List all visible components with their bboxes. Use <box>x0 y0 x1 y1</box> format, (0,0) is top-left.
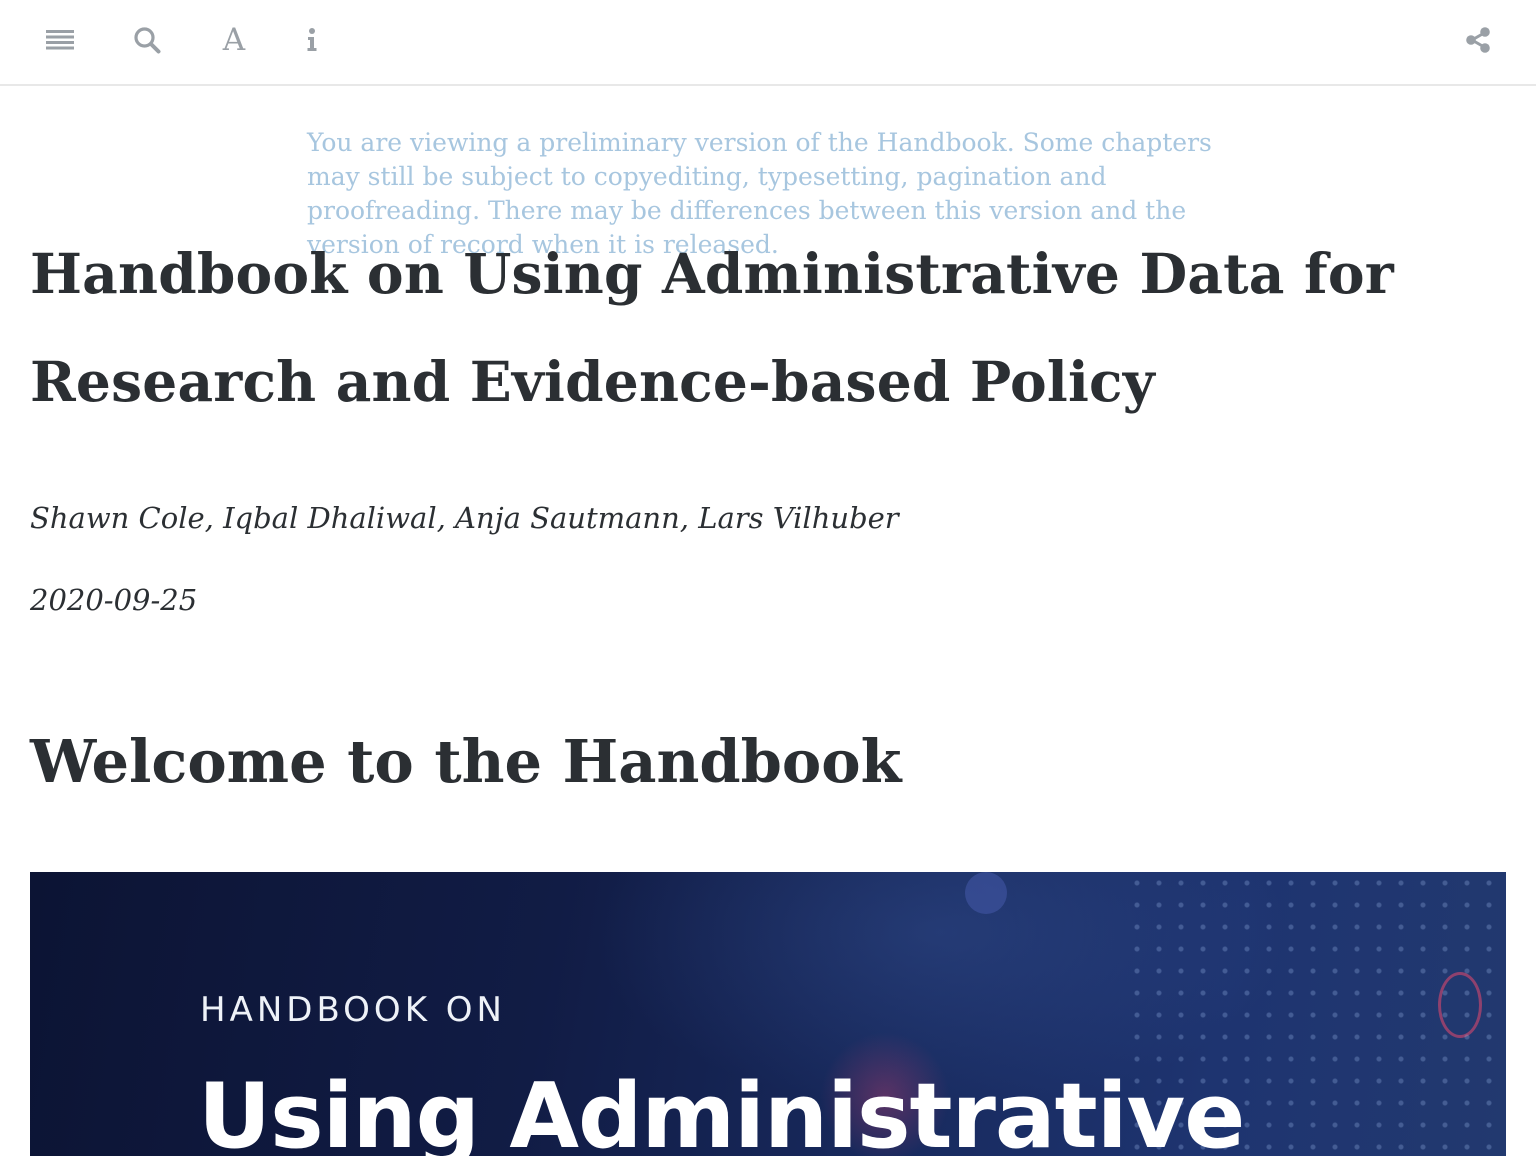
handbook-cover-image: HANDBOOK ON Using Administrative <box>30 872 1506 1156</box>
search-icon <box>133 26 161 54</box>
search-button[interactable] <box>125 18 169 62</box>
share-icon <box>1464 26 1492 54</box>
info-icon <box>305 27 319 53</box>
cover-kicker-text: HANDBOOK ON <box>200 990 506 1030</box>
toggle-sidebar-button[interactable] <box>38 18 82 62</box>
toolbar: A <box>0 0 1536 86</box>
font-settings-button[interactable]: A <box>212 18 256 62</box>
book-authors: Shawn Cole, Iqbal Dhaliwal, Anja Sautman… <box>30 501 899 535</box>
menu-lines-icon <box>45 28 75 52</box>
font-settings-icon: A <box>222 21 246 58</box>
book-title: Handbook on Using Administrative Data fo… <box>30 241 1394 414</box>
section-heading: Welcome to the Handbook <box>30 727 902 796</box>
share-button[interactable] <box>1456 18 1500 62</box>
info-button[interactable] <box>290 18 334 62</box>
cover-dot-blue <box>965 872 1007 914</box>
cover-title-text: Using Administrative <box>198 1064 1245 1156</box>
publication-date: 2020-09-25 <box>30 583 198 617</box>
